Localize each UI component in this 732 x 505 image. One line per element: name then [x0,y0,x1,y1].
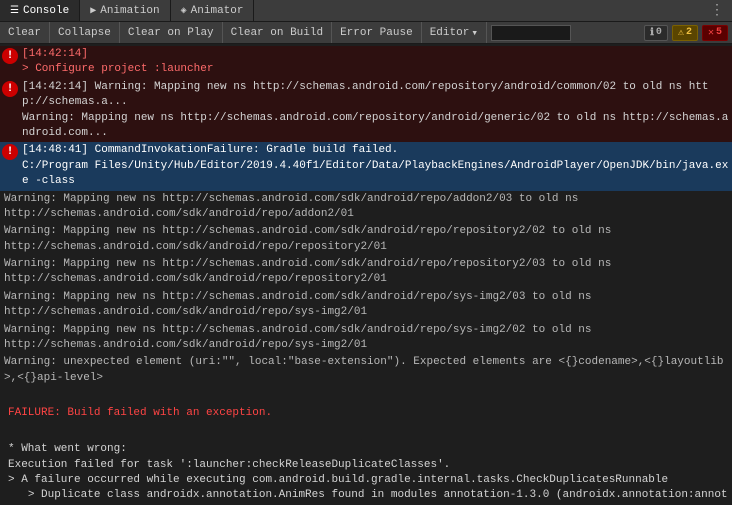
tab-bar: ☰ Console ▶ Animation ◈ Animator ⋮ [0,0,732,22]
log-plain-text-1: Warning: Mapping new ns http://schemas.a… [4,192,730,223]
log-plain-text-5: Warning: Mapping new ns http://schemas.a… [4,323,730,354]
log-text-2: [14:42:14] Warning: Mapping new ns http:… [22,80,730,142]
editor-label: Editor [430,27,470,39]
log-plain-text-6: Warning: unexpected element (uri:"", loc… [4,355,730,386]
log-plain-text-3: Warning: Mapping new ns http://schemas.a… [4,257,730,288]
error-icon-2: ! [2,81,18,97]
clear-on-play-button[interactable]: Clear on Play [120,22,223,43]
tab-console[interactable]: ☰ Console [0,0,80,21]
log-plain-2[interactable]: Warning: Mapping new ns http://schemas.a… [0,223,732,256]
warn-icon: ⚠ [678,27,684,39]
clear-on-build-button[interactable]: Clear on Build [223,22,332,43]
error-icon-3: ! [2,144,18,160]
tab-console-label: Console [23,5,69,17]
log-failure-text: FAILURE: Build failed with an exception. [4,406,730,421]
log-plain-text-4: Warning: Mapping new ns http://schemas.a… [4,290,730,321]
animator-icon: ◈ [181,5,187,17]
editor-dropdown-button[interactable]: Editor ▾ [422,22,487,43]
search-input[interactable] [491,25,571,41]
error-pause-button[interactable]: Error Pause [332,22,422,43]
log-plain-3[interactable]: Warning: Mapping new ns http://schemas.a… [0,256,732,289]
console-icon: ☰ [10,5,19,17]
tab-animation[interactable]: ▶ Animation [80,0,170,21]
log-plain-6[interactable]: Warning: unexpected element (uri:"", loc… [0,354,732,387]
toolbar: Clear Collapse Clear on Play Clear on Bu… [0,22,732,44]
warn-count: 2 [686,27,692,38]
tab-animation-label: Animation [100,5,159,17]
log-spacer2-text [4,424,730,439]
log-text-1: [14:42:14] > Configure project :launcher [22,47,730,78]
log-spacer-text [4,388,730,403]
animation-icon: ▶ [90,5,96,17]
collapse-button[interactable]: Collapse [50,22,120,43]
log-spacer2 [0,423,732,441]
editor-dropdown-icon: ▾ [471,26,478,40]
log-whatwentwrong-text: * What went wrong: Execution failed for … [4,442,730,505]
log-whatwentwrong[interactable]: * What went wrong: Execution failed for … [0,441,732,505]
error-icon: ✕ [708,27,714,39]
log-entry-2[interactable]: ! [14:42:14] Warning: Mapping new ns htt… [0,79,732,143]
warn-badge[interactable]: ⚠ 2 [672,25,698,41]
error-badge[interactable]: ✕ 5 [702,25,728,41]
log-plain-spacer [0,387,732,405]
log-failure[interactable]: FAILURE: Build failed with an exception. [0,405,732,423]
log-entry-3[interactable]: ! [14:48:41] CommandInvokationFailure: G… [0,142,732,190]
log-text-3: [14:48:41] CommandInvokationFailure: Gra… [22,143,730,189]
clear-button[interactable]: Clear [0,22,50,43]
badge-container: ℹ 0 ⚠ 2 ✕ 5 [644,25,732,41]
log-plain-5[interactable]: Warning: Mapping new ns http://schemas.a… [0,322,732,355]
tab-animator[interactable]: ◈ Animator [171,0,255,21]
info-icon: ℹ [650,27,654,39]
more-options-button[interactable]: ⋮ [702,2,732,19]
info-count: 0 [656,27,662,38]
info-badge[interactable]: ℹ 0 [644,25,668,41]
tab-animator-label: Animator [191,5,244,17]
error-count: 5 [716,27,722,38]
log-area[interactable]: ! [14:42:14] > Configure project :launch… [0,44,732,505]
log-plain-text-2: Warning: Mapping new ns http://schemas.a… [4,224,730,255]
log-plain-4[interactable]: Warning: Mapping new ns http://schemas.a… [0,289,732,322]
log-plain-1[interactable]: Warning: Mapping new ns http://schemas.a… [0,191,732,224]
error-icon-1: ! [2,48,18,64]
log-entry-1[interactable]: ! [14:42:14] > Configure project :launch… [0,46,732,79]
